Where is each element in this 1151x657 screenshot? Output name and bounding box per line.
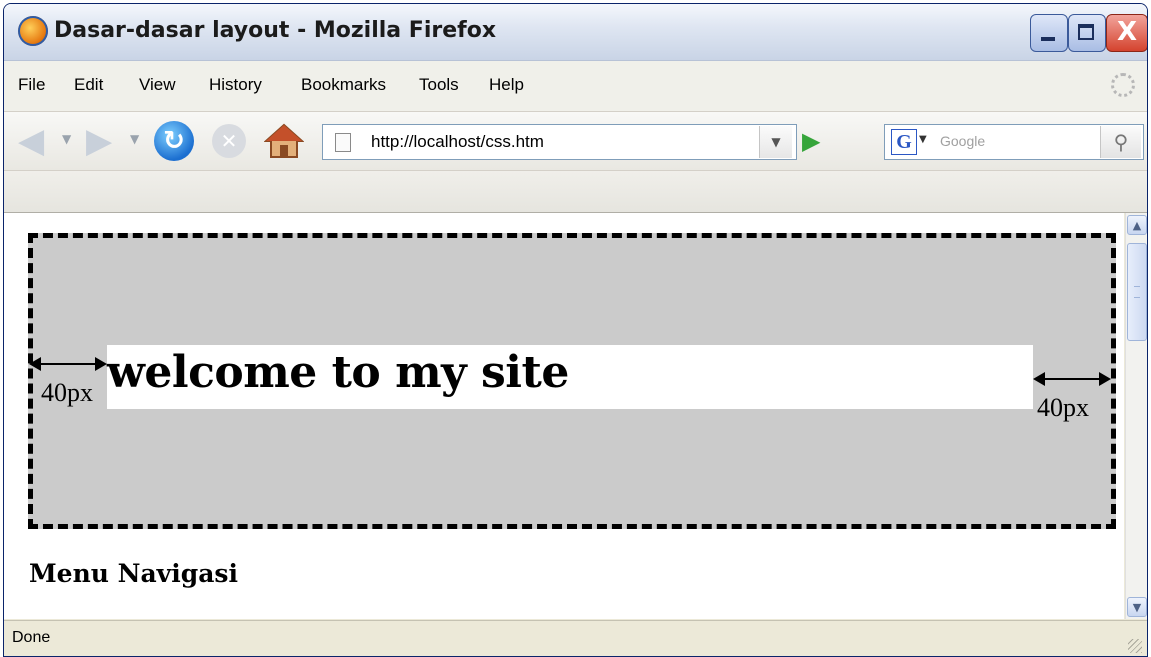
maximize-button[interactable] [1068, 14, 1106, 52]
search-icon[interactable]: ⚲ [1100, 126, 1141, 158]
google-engine-icon[interactable]: G [891, 129, 917, 155]
search-bar[interactable]: G ▼ Google ⚲ [884, 124, 1144, 160]
left-margin-label: 40px [41, 378, 93, 408]
status-text: Done [12, 629, 51, 646]
menu-tools[interactable]: Tools [419, 75, 459, 95]
url-dropdown-icon[interactable]: ▼ [759, 126, 792, 158]
forward-arrow-icon[interactable]: ▶ [86, 124, 122, 158]
reload-icon[interactable]: ↻ [154, 121, 194, 161]
close-button[interactable]: X [1106, 14, 1147, 52]
site-title: welcome to my site [107, 347, 569, 398]
menu-file[interactable]: File [18, 75, 45, 95]
stop-icon[interactable]: ✕ [212, 124, 246, 158]
engine-dropdown-icon[interactable]: ▼ [919, 134, 927, 145]
heading-box: welcome to my site [107, 345, 1033, 409]
resize-grip-icon[interactable] [1128, 639, 1142, 653]
menu-history[interactable]: History [209, 75, 262, 95]
title-bar[interactable]: Dasar-dasar layout - Mozilla Firefox X [4, 4, 1147, 61]
home-icon-graphic [263, 123, 305, 158]
firefox-icon [18, 16, 48, 46]
menu-view[interactable]: View [139, 75, 176, 95]
home-icon[interactable] [263, 122, 305, 160]
bookmarks-toolbar [4, 171, 1147, 213]
menu-bar: File Edit View History Bookmarks Tools H… [4, 61, 1147, 112]
window-title: Dasar-dasar layout - Mozilla Firefox [54, 18, 497, 43]
nav-heading: Menu Navigasi [29, 559, 238, 588]
scroll-up-icon[interactable]: ▲ [1127, 215, 1147, 235]
minimize-icon [1041, 37, 1055, 41]
menu-bookmarks[interactable]: Bookmarks [301, 75, 386, 95]
left-margin-arrow [29, 357, 107, 371]
minimize-button[interactable] [1030, 14, 1068, 52]
close-icon: X [1116, 17, 1138, 47]
scroll-thumb[interactable] [1127, 243, 1147, 341]
page-content: welcome to my site 40px 40px Menu Naviga… [4, 213, 1124, 619]
menu-edit[interactable]: Edit [74, 75, 103, 95]
scroll-down-icon[interactable]: ▼ [1127, 597, 1147, 617]
browser-window: Dasar-dasar layout - Mozilla Firefox X F… [3, 3, 1148, 657]
back-arrow-icon[interactable]: ◀ [18, 124, 54, 158]
search-input[interactable]: Google [940, 133, 985, 149]
page-icon [335, 133, 351, 152]
url-text[interactable]: http://localhost/css.htm [371, 132, 544, 152]
maximize-icon [1078, 24, 1094, 40]
forward-history-dropdown-icon[interactable]: ▼ [130, 132, 139, 146]
navigation-toolbar: ◀ ▼ ▶ ▼ ↻ ✕ http://localhost/css.htm ▼ ▶… [4, 112, 1147, 171]
right-margin-label: 40px [1037, 393, 1089, 423]
go-icon[interactable]: ▶ [802, 126, 832, 156]
back-history-dropdown-icon[interactable]: ▼ [62, 132, 71, 146]
vertical-scrollbar[interactable]: ▲ ▼ [1125, 213, 1147, 619]
status-bar: Done [4, 620, 1147, 656]
grip-icon [1134, 286, 1140, 298]
throbber-icon [1111, 73, 1135, 97]
menu-help[interactable]: Help [489, 75, 524, 95]
right-margin-arrow [1033, 372, 1111, 386]
address-bar[interactable]: http://localhost/css.htm ▼ [322, 124, 797, 160]
header-box: welcome to my site 40px 40px [28, 233, 1116, 529]
